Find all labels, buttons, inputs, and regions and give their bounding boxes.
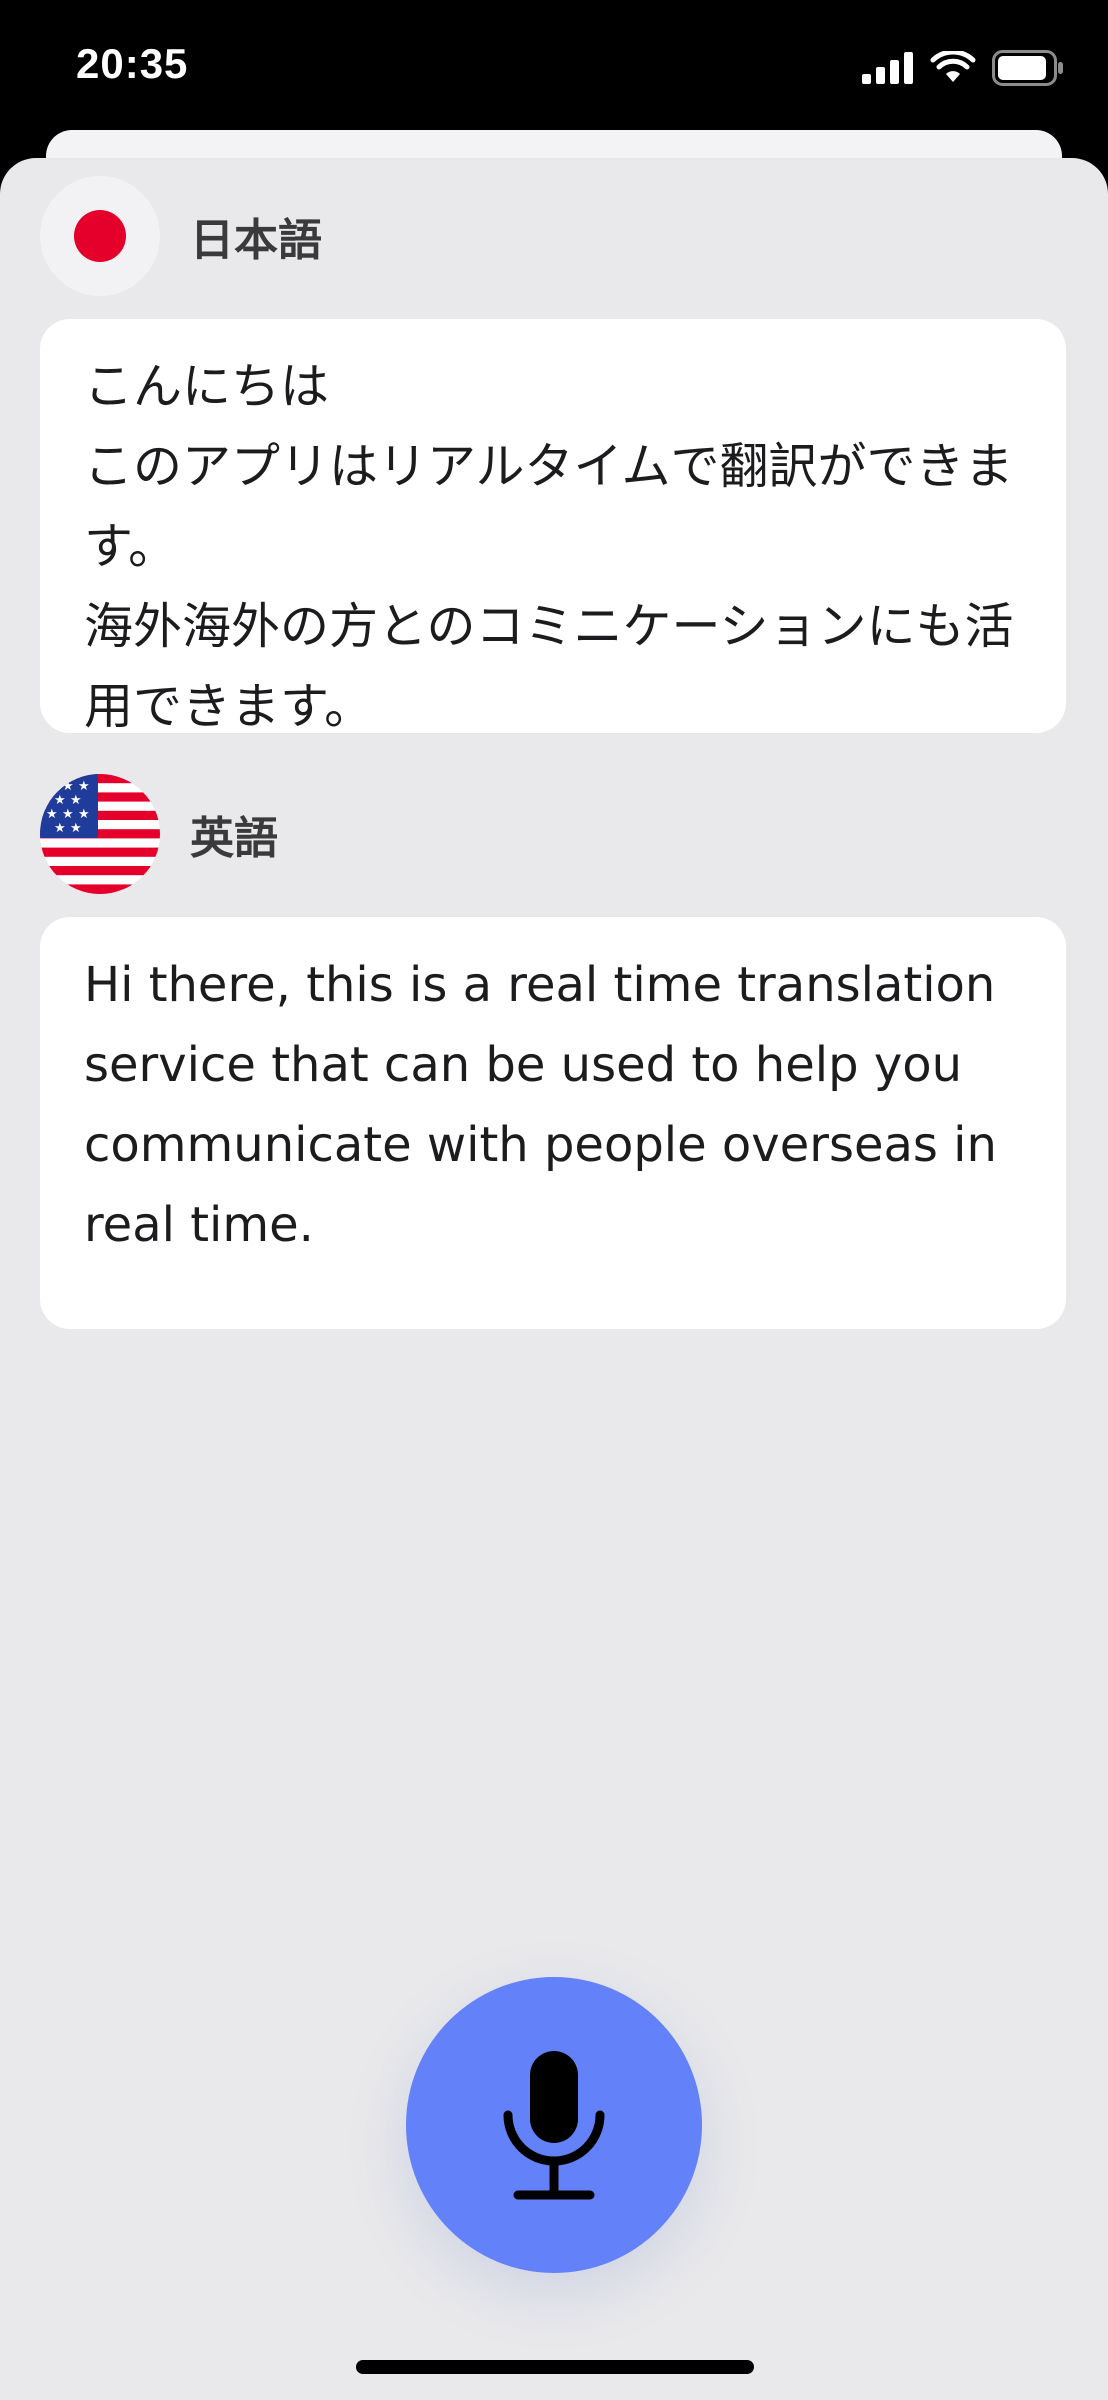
status-icons — [862, 46, 1064, 90]
svg-text:★: ★ — [70, 821, 82, 836]
target-text-card[interactable]: Hi there, this is a real time translatio… — [40, 917, 1066, 1329]
svg-text:★: ★ — [54, 821, 66, 836]
microphone-icon — [503, 2051, 605, 2200]
target-language-label: 英語 — [190, 813, 278, 864]
target-language-header[interactable]: ★ ★ ★ ★ ★ ★ ★ ★ ★ ★ 英語 — [40, 774, 278, 894]
microphone-button[interactable] — [406, 1977, 702, 2273]
svg-text:★: ★ — [62, 807, 74, 822]
svg-text:★: ★ — [62, 779, 74, 794]
signal-icon — [862, 52, 913, 84]
source-language-header[interactable]: 日本語 — [40, 176, 322, 296]
svg-text:★: ★ — [46, 779, 58, 794]
svg-text:★: ★ — [54, 793, 66, 808]
svg-text:★: ★ — [46, 807, 58, 822]
svg-text:★: ★ — [78, 807, 90, 822]
target-text: Hi there, this is a real time translatio… — [84, 957, 997, 1253]
japan-flag-icon — [40, 176, 160, 296]
status-time: 20:35 — [76, 40, 189, 87]
svg-text:★: ★ — [78, 779, 90, 794]
wifi-icon — [930, 51, 976, 82]
usa-flag-icon: ★ ★ ★ ★ ★ ★ ★ ★ ★ ★ — [40, 774, 160, 894]
status-bar: 20:35 — [0, 0, 1108, 135]
source-text-card[interactable]: こんにちは このアプリはリアルタイムで翻訳ができます。 海外海外の方とのコミニケ… — [40, 319, 1066, 735]
svg-text:★: ★ — [70, 793, 82, 808]
battery-icon — [992, 50, 1063, 86]
source-language-label: 日本語 — [190, 215, 322, 266]
source-text: こんにちは このアプリはリアルタイムで翻訳ができます。 海外海外の方とのコミニケ… — [84, 358, 1014, 735]
home-indicator[interactable] — [356, 2360, 754, 2374]
